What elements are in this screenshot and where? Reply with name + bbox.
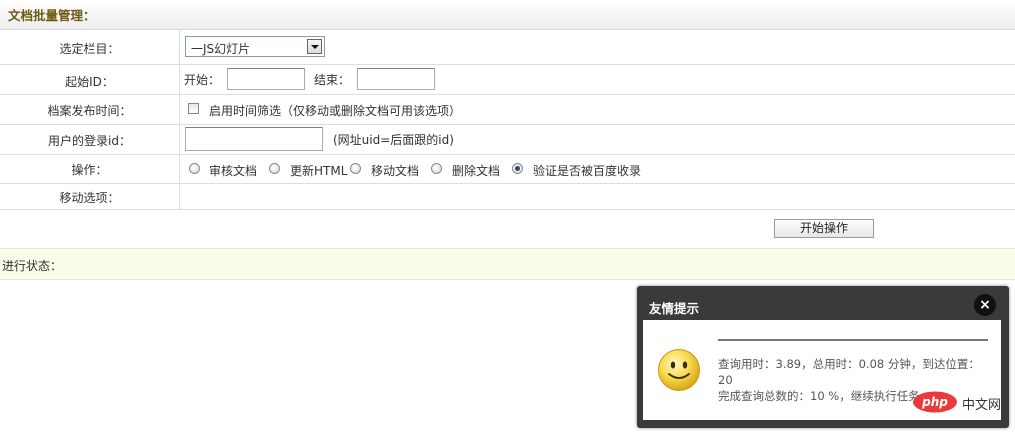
start-id-input[interactable] bbox=[227, 68, 305, 90]
row-label-cell: 移动选项： bbox=[0, 184, 180, 209]
radio-delete[interactable] bbox=[431, 163, 442, 174]
radio-move[interactable] bbox=[350, 163, 361, 174]
row-user-id: 用户的登录id： (网址uid=后面跟的id) bbox=[0, 125, 1015, 155]
radio-review-label[interactable]: 审核文档 bbox=[209, 162, 257, 179]
operation-label: 操作： bbox=[71, 163, 108, 177]
radio-update-html[interactable] bbox=[269, 163, 280, 174]
row-id-range: 起始ID： 开始： 结束： bbox=[0, 65, 1015, 95]
row-label-cell: 用户的登录id： bbox=[0, 125, 180, 154]
user-id-input[interactable] bbox=[185, 127, 323, 151]
row-label-cell: 操作： bbox=[0, 155, 180, 183]
panel-header: 文档批量管理： bbox=[0, 0, 1015, 30]
row-operation: 操作： 审核文档 更新HTML 移动文档 删除文档 验证是否被百度收录 bbox=[0, 155, 1015, 184]
radio-delete-label[interactable]: 删除文档 bbox=[452, 162, 500, 179]
smiley-face-icon bbox=[658, 349, 700, 391]
row-pubdate: 档案发布时间： 启用时间筛选（仅移动或删除文档可用该选项） bbox=[0, 95, 1015, 125]
row-label-cell: 选定栏目： bbox=[0, 30, 180, 64]
radio-update-html-label[interactable]: 更新HTML bbox=[290, 162, 347, 179]
move-options-label: 移动选项： bbox=[59, 191, 120, 205]
category-label: 选定栏目： bbox=[59, 42, 120, 56]
row-label-cell: 档案发布时间： bbox=[0, 95, 180, 124]
dialog-divider bbox=[718, 339, 988, 341]
radio-review[interactable] bbox=[189, 163, 200, 174]
time-filter-checkbox[interactable] bbox=[188, 103, 199, 114]
row-category: 选定栏目： 一JS幻灯片 bbox=[0, 30, 1015, 65]
radio-move-label[interactable]: 移动文档 bbox=[371, 162, 419, 179]
progress-line-1: 查询用时：3.89，总用时：0.08 分钟，到达位置：20 bbox=[718, 357, 980, 387]
radio-check-baidu[interactable] bbox=[512, 163, 523, 174]
time-filter-label: 启用时间筛选（仅移动或删除文档可用该选项） bbox=[209, 104, 462, 118]
row-move-options: 移动选项： bbox=[0, 184, 1015, 210]
category-select-value: 一JS幻灯片 bbox=[191, 42, 251, 56]
panel-title: 文档批量管理： bbox=[8, 8, 96, 23]
php-logo-text: php bbox=[922, 395, 948, 409]
pubdate-label: 档案发布时间： bbox=[47, 104, 132, 118]
chevron-down-icon[interactable] bbox=[307, 39, 322, 54]
php-logo-cn-text: 中文网 bbox=[962, 398, 1002, 413]
user-id-hint: (网址uid=后面跟的id) bbox=[333, 133, 454, 147]
start-operation-button[interactable]: 开始操作 bbox=[774, 219, 874, 238]
end-id-input[interactable] bbox=[357, 68, 435, 90]
category-select[interactable]: 一JS幻灯片 bbox=[185, 36, 325, 57]
user-id-label: 用户的登录id： bbox=[48, 134, 131, 148]
row-label-cell: 起始ID： bbox=[0, 65, 180, 94]
end-label: 结束： bbox=[314, 73, 351, 87]
start-label: 开始： bbox=[184, 73, 221, 87]
status-bar: 进行状态： bbox=[0, 248, 1015, 280]
id-range-label: 起始ID： bbox=[65, 75, 114, 89]
status-label: 进行状态： bbox=[2, 259, 63, 273]
close-icon[interactable]: × bbox=[974, 294, 996, 316]
dialog-title: 友情提示 bbox=[649, 301, 700, 316]
radio-check-baidu-label[interactable]: 验证是否被百度收录 bbox=[533, 162, 641, 179]
